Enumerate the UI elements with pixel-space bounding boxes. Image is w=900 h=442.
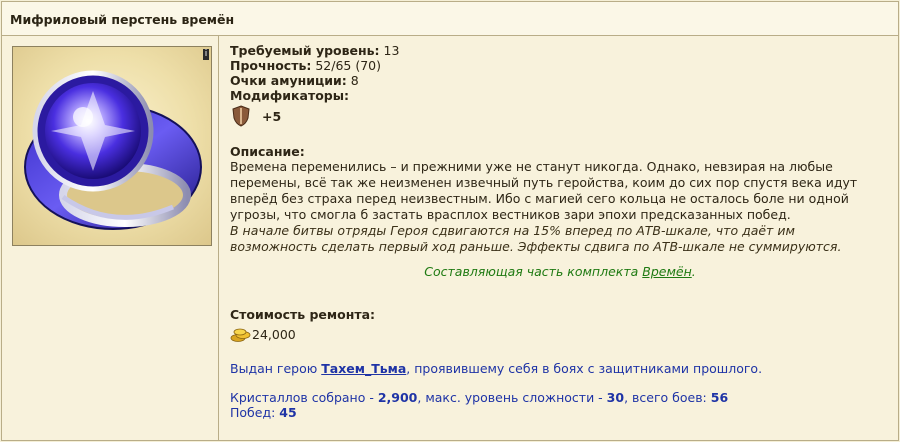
shield-icon	[232, 105, 250, 127]
modifiers-label: Модификаторы:	[230, 88, 350, 103]
stats-line: Кристаллов собрано - 2,900, макс. уровен…	[230, 390, 729, 405]
sapphire-ring-icon	[24, 70, 202, 230]
issued-line: Выдан герою Тахем_Тьма, проявившему себя…	[230, 361, 763, 376]
description-label: Описание:	[230, 144, 305, 159]
ammo-points: Очки амуниции: 8	[230, 73, 359, 88]
wins-line: Побед: 45	[230, 405, 297, 420]
repair-label: Стоимость ремонта:	[230, 307, 376, 322]
title-bar: Мифриловый перстень времён	[2, 2, 898, 36]
modifier-value: +5	[262, 109, 282, 124]
item-title: Мифриловый перстень времён	[10, 12, 235, 27]
required-level: Требуемый уровень: 13	[230, 43, 400, 58]
info-button[interactable]: i	[203, 49, 209, 60]
item-image: i	[12, 46, 212, 246]
effect-text: В начале битвы отряды Героя сдвигаются н…	[230, 223, 842, 254]
item-card: Мифриловый перстень времён i Требуемый у…	[1, 1, 899, 441]
durability: Прочность: 52/65 (70)	[230, 58, 382, 73]
image-column: i	[2, 36, 219, 440]
hero-link[interactable]: Тахем_Тьма	[321, 361, 406, 376]
set-link[interactable]: Времён	[642, 264, 692, 279]
repair-cost: 24,000	[252, 327, 296, 342]
set-line: Составляющая часть комплекта Времён.	[424, 264, 696, 279]
gold-icon	[230, 328, 251, 342]
description-text: Времена переменились – и прежними уже не…	[230, 159, 858, 254]
